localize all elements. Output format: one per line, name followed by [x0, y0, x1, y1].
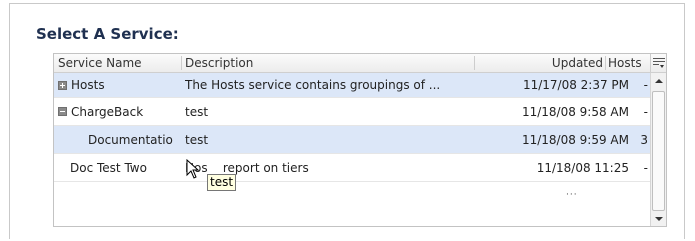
table-row[interactable]: Doc Test Two Hos report on tiers 11/18/0…: [54, 154, 650, 182]
minus-box-icon[interactable]: [58, 107, 67, 116]
hosts-cell: -: [643, 78, 648, 92]
plus-box-icon[interactable]: [58, 80, 67, 90]
hosts-cell: -: [643, 104, 648, 119]
column-header-hosts[interactable]: Hosts: [608, 54, 648, 72]
description-cell: The Hosts service contains groupings of …: [185, 78, 441, 92]
column-header-updated[interactable]: Updated: [478, 54, 603, 72]
updated-cell: 11/17/08 2:37 PM: [522, 78, 629, 92]
scroll-thumb[interactable]: [652, 91, 665, 211]
hosts-cell: -: [643, 160, 648, 175]
services-grid: Service Name Description Updated Hosts H…: [53, 53, 667, 227]
column-separator[interactable]: [474, 56, 475, 70]
hosts-cell: 3: [640, 132, 648, 147]
service-name: ChargeBack: [71, 104, 144, 119]
arrow-down-icon: [654, 216, 663, 221]
service-name-cell[interactable]: Documentatio: [88, 126, 180, 153]
column-separator[interactable]: [181, 56, 182, 70]
grid-header: Service Name Description Updated Hosts: [54, 54, 666, 73]
updated-cell: 11/18/08 9:59 AM: [521, 132, 629, 147]
service-name-cell[interactable]: ChargeBack: [58, 98, 180, 125]
service-name: Doc Test Two: [70, 160, 147, 175]
arrow-up-icon: [654, 78, 663, 83]
service-name: Documentatio: [88, 132, 173, 147]
table-row[interactable]: Hosts The Hosts service contains groupin…: [54, 73, 650, 98]
updated-cell: 11/18/08 11:25: [536, 160, 629, 175]
table-row[interactable]: ChargeBack test 11/18/08 9:58 AM -: [54, 98, 650, 126]
mouse-pointer-icon: [186, 159, 200, 179]
page-title: Select A Service:: [36, 25, 179, 43]
description-cell: test: [185, 104, 209, 119]
grid-rows: Hosts The Hosts service contains groupin…: [54, 73, 650, 182]
column-header-description[interactable]: Description: [185, 54, 470, 72]
column-chooser-icon: [652, 57, 665, 68]
scroll-down-button[interactable]: [651, 211, 666, 226]
updated-cell: 11/18/08 9:58 AM: [521, 104, 629, 119]
table-row[interactable]: Documentatio test 11/18/08 9:59 AM 3: [54, 126, 650, 154]
service-name-cell[interactable]: Doc Test Two: [70, 154, 180, 181]
column-chooser-button[interactable]: [650, 54, 666, 72]
column-separator[interactable]: [605, 56, 606, 70]
tooltip: test: [207, 174, 237, 191]
service-name: Hosts: [71, 78, 105, 92]
vertical-scrollbar[interactable]: [650, 73, 666, 226]
service-name-cell[interactable]: Hosts: [58, 73, 180, 97]
scroll-up-button[interactable]: [651, 73, 666, 88]
description-cell: test: [185, 132, 209, 147]
truncation-ellipsis: ···: [566, 190, 578, 200]
column-header-service-name[interactable]: Service Name: [58, 54, 180, 72]
